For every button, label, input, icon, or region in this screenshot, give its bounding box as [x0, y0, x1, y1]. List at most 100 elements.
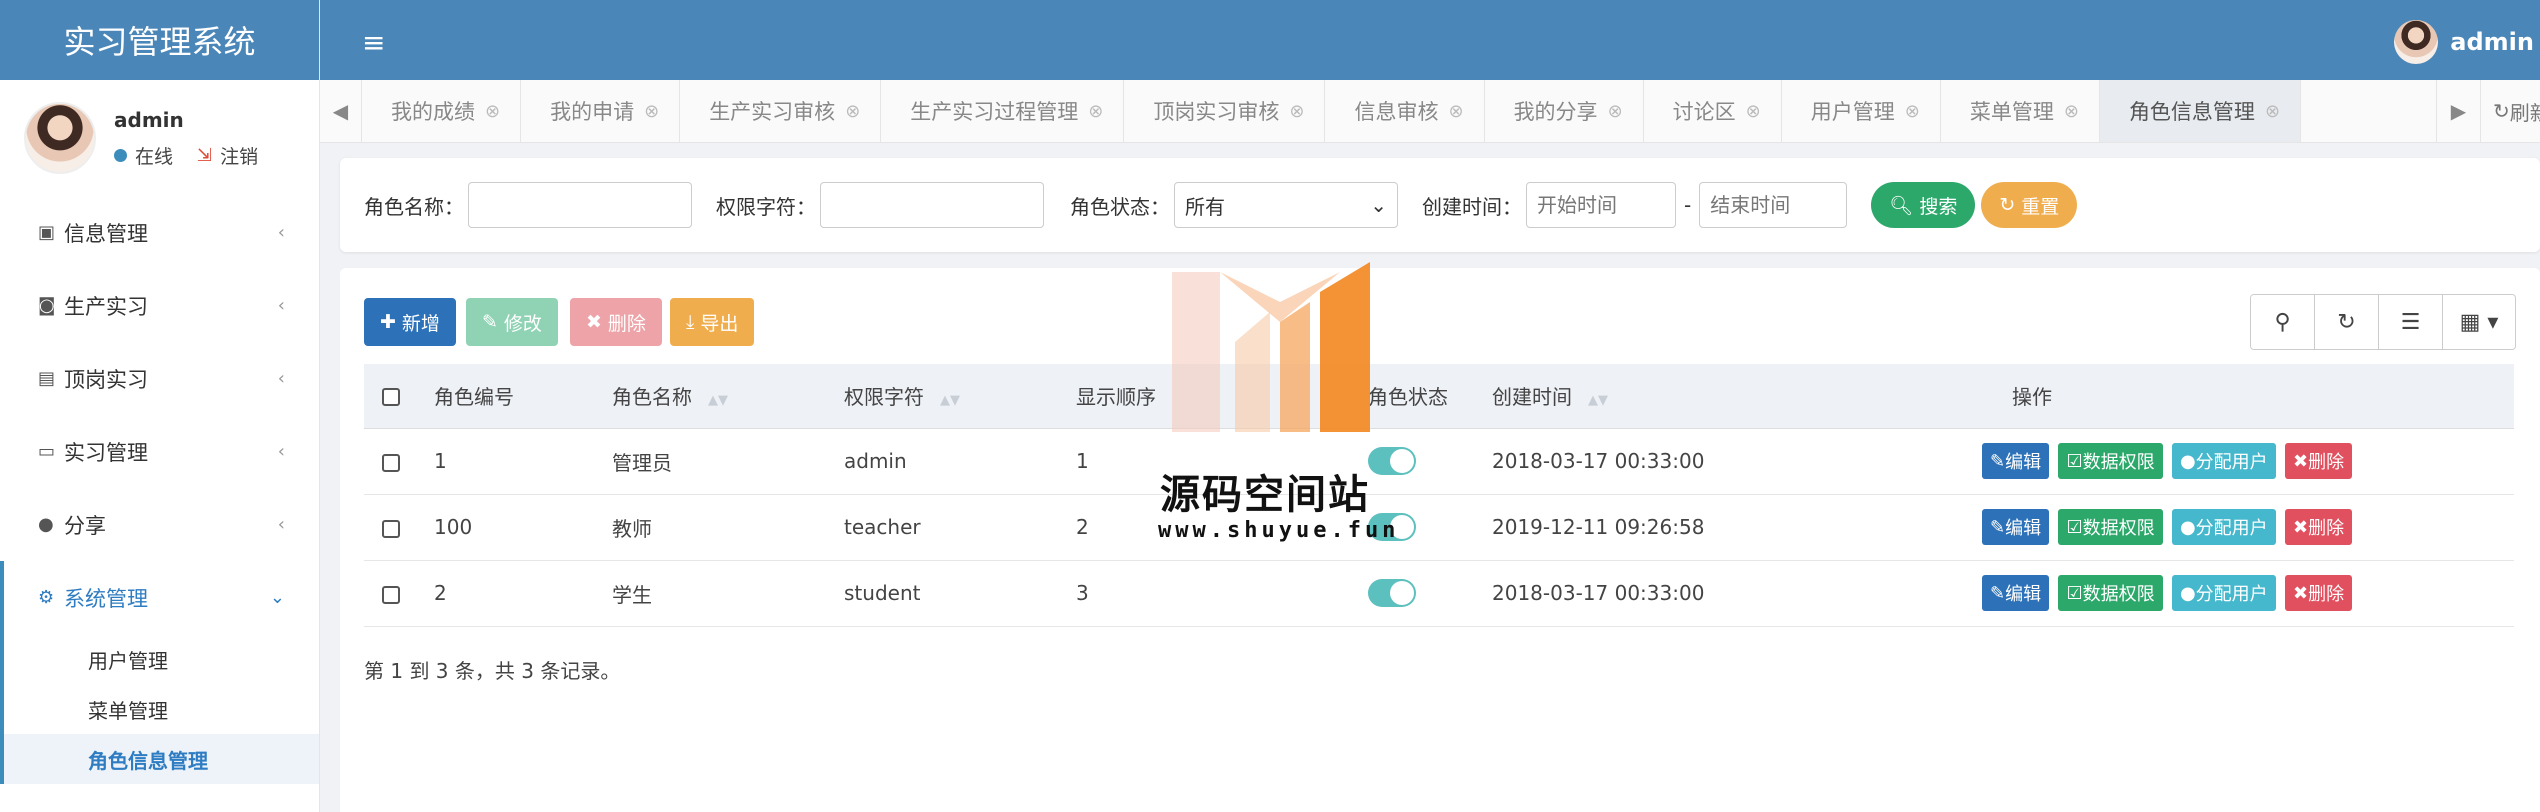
- top-user-menu[interactable]: admin: [2394, 20, 2534, 64]
- columns-icon[interactable]: ▦ ▾: [2443, 295, 2515, 349]
- role-id: 2: [434, 560, 612, 627]
- row-assign-user-button[interactable]: ● 分配用户: [2171, 509, 2276, 545]
- tab-info-review[interactable]: 信息审核 ⊗: [1325, 80, 1485, 142]
- toggle-view-icon[interactable]: ☰: [2379, 295, 2443, 349]
- row-delete-button[interactable]: ✖ 删除: [2285, 575, 2353, 611]
- col-created[interactable]: 创建时间 ▲▼: [1492, 364, 1982, 429]
- role-name-input[interactable]: [468, 182, 692, 228]
- close-icon[interactable]: ⊗: [1088, 101, 1103, 122]
- tab-my-shares[interactable]: 我的分享 ⊗: [1485, 80, 1644, 142]
- tab-user-management[interactable]: 用户管理 ⊗: [1782, 80, 1941, 142]
- tab-scroll-left-icon[interactable]: ◀: [320, 80, 362, 142]
- close-icon[interactable]: ⊗: [2265, 101, 2280, 122]
- col-role-name[interactable]: 角色名称 ▲▼: [612, 364, 844, 429]
- close-icon[interactable]: ⊗: [2064, 101, 2079, 122]
- row-assign-user-button[interactable]: ● 分配用户: [2171, 443, 2276, 479]
- row-delete-button[interactable]: ✖ 删除: [2285, 443, 2353, 479]
- table-row: 2 学生 student 3 2018-03-17 00:33:00 ✎ 编辑 ☑…: [364, 560, 2514, 627]
- row-checkbox[interactable]: [382, 585, 400, 604]
- edit-button[interactable]: ✎ 修改: [466, 298, 558, 346]
- tab-production-review[interactable]: 生产实习审核 ⊗: [680, 80, 882, 142]
- tab-label: 生产实习审核: [709, 100, 836, 124]
- refresh-tab-button[interactable]: ↻刷新: [2480, 80, 2540, 142]
- user-name: admin: [114, 107, 184, 132]
- submenu-item-users[interactable]: 用户管理: [4, 634, 319, 684]
- tab-production-process[interactable]: 生产实习过程管理 ⊗: [881, 80, 1125, 142]
- tab-strip: ◀ 我的成绩 ⊗ 我的申请 ⊗ 生产实习审核 ⊗ 生产实习过程管理 ⊗ 顶岗实习审核 ⊗ …: [320, 80, 2540, 143]
- pagination-info: 第 1 到 3 条，共 3 条记录。: [364, 659, 621, 683]
- select-all-checkbox[interactable]: [382, 388, 400, 407]
- perm-key-input[interactable]: [820, 182, 1044, 228]
- add-button[interactable]: ✚ 新增: [364, 298, 456, 346]
- status-toggle[interactable]: [1368, 579, 1416, 607]
- avatar: [2394, 20, 2439, 64]
- row-edit-button[interactable]: ✎ 编辑: [1982, 443, 2050, 479]
- submenu-item-roles[interactable]: 角色信息管理: [4, 734, 319, 784]
- end-time-input[interactable]: [1699, 182, 1848, 228]
- search-button[interactable]: 🔍︎ 搜索: [1871, 182, 1976, 228]
- close-icon[interactable]: ⊗: [1746, 101, 1761, 122]
- system-submenu: 用户管理 菜单管理 角色信息管理: [0, 634, 319, 784]
- tab-discussion[interactable]: 讨论区 ⊗: [1644, 80, 1782, 142]
- row-delete-button[interactable]: ✖ 删除: [2285, 509, 2353, 545]
- row-checkbox[interactable]: [382, 519, 400, 538]
- tab-scroll-right-icon[interactable]: ▶: [2436, 80, 2480, 142]
- sidebar-item-production[interactable]: ◙ 生产实习 ‹: [0, 269, 319, 342]
- close-icon: ✖: [2293, 516, 2309, 538]
- role-key: admin: [844, 428, 1076, 495]
- tab-my-grades[interactable]: 我的成绩 ⊗: [362, 80, 522, 142]
- sidebar-menu: ▣ 信息管理 ‹ ◙ 生产实习 ‹ ▤ 顶岗实习 ‹ ▭ 实习管理 ‹ ● 分享…: [0, 196, 319, 634]
- sidebar-item-info[interactable]: ▣ 信息管理 ‹: [0, 196, 319, 269]
- close-icon[interactable]: ⊗: [1289, 101, 1304, 122]
- status-toggle[interactable]: [1368, 447, 1416, 475]
- start-time-input[interactable]: [1526, 182, 1676, 228]
- sidebar-item-system[interactable]: ⚙ 系统管理 ⌄: [0, 561, 319, 634]
- tab-label: 讨论区: [1672, 100, 1736, 124]
- user-icon: ●: [2179, 450, 2196, 472]
- role-status-select[interactable]: 所有 ⌄: [1174, 182, 1398, 228]
- sidebar-item-placement[interactable]: ▤ 顶岗实习 ‹: [0, 342, 319, 415]
- col-role-key[interactable]: 权限字符 ▲▼: [844, 364, 1076, 429]
- user-icon: ◙: [38, 295, 56, 316]
- col-label: 创建时间: [1492, 385, 1572, 410]
- sidebar-item-label: 分享: [64, 513, 106, 538]
- tab-role-management[interactable]: 角色信息管理 ⊗: [2099, 80, 2302, 142]
- tab-my-applications[interactable]: 我的申请 ⊗: [521, 80, 681, 142]
- row-assign-user-button[interactable]: ● 分配用户: [2171, 575, 2276, 611]
- user-icon: ●: [2179, 516, 2196, 538]
- close-icon[interactable]: ⊗: [845, 101, 860, 122]
- sidebar-item-internship[interactable]: ▭ 实习管理 ‹: [0, 415, 319, 488]
- sidebar-item-share[interactable]: ● 分享 ‹: [0, 488, 319, 561]
- row-edit-button[interactable]: ✎ 编辑: [1982, 575, 2050, 611]
- role-table-card: ✚ 新增 ✎ 修改 ✖ 删除 ⤓ 导出 ⚲ ↻ ☰ ▦ ▾ 角色编号 角色名称 ▲▼ 权限…: [340, 268, 2540, 812]
- tab-menu-management[interactable]: 菜单管理 ⊗: [1941, 80, 2100, 142]
- hamburger-menu-icon[interactable]: ≡: [362, 26, 385, 59]
- op-label: 删除: [2308, 584, 2345, 605]
- logout-link[interactable]: 注销: [220, 142, 258, 169]
- tab-label: 我的成绩: [391, 100, 475, 124]
- close-icon[interactable]: ⊗: [1905, 101, 1920, 122]
- row-data-perm-button[interactable]: ☑ 数据权限: [2058, 443, 2163, 479]
- role-name-label: 角色名称：: [364, 194, 464, 219]
- close-icon[interactable]: ⊗: [1608, 101, 1623, 122]
- reset-button[interactable]: ↻ 重置: [1981, 182, 2078, 228]
- refresh-icon[interactable]: ↻: [2315, 295, 2379, 349]
- submenu-item-menus[interactable]: 菜单管理: [4, 684, 319, 734]
- row-checkbox[interactable]: [382, 453, 400, 472]
- op-label: 数据权限: [2082, 452, 2155, 473]
- logout-icon[interactable]: ⇲: [197, 145, 212, 166]
- row-edit-button[interactable]: ✎ 编辑: [1982, 509, 2050, 545]
- range-separator: -: [1684, 193, 1692, 217]
- tab-placement-review[interactable]: 顶岗实习审核 ⊗: [1124, 80, 1326, 142]
- role-name: 学生: [612, 560, 844, 627]
- row-data-perm-button[interactable]: ☑ 数据权限: [2058, 509, 2163, 545]
- row-data-perm-button[interactable]: ☑ 数据权限: [2058, 575, 2163, 611]
- delete-button[interactable]: ✖ 删除: [570, 298, 662, 346]
- close-icon[interactable]: ⊗: [1448, 101, 1463, 122]
- close-icon[interactable]: ⊗: [644, 101, 659, 122]
- search-toggle-icon[interactable]: ⚲: [2251, 295, 2315, 349]
- online-dot-icon: [114, 148, 127, 162]
- export-button[interactable]: ⤓ 导出: [670, 298, 755, 346]
- role-created: 2018-03-17 00:33:00: [1492, 428, 1982, 495]
- close-icon[interactable]: ⊗: [485, 101, 500, 122]
